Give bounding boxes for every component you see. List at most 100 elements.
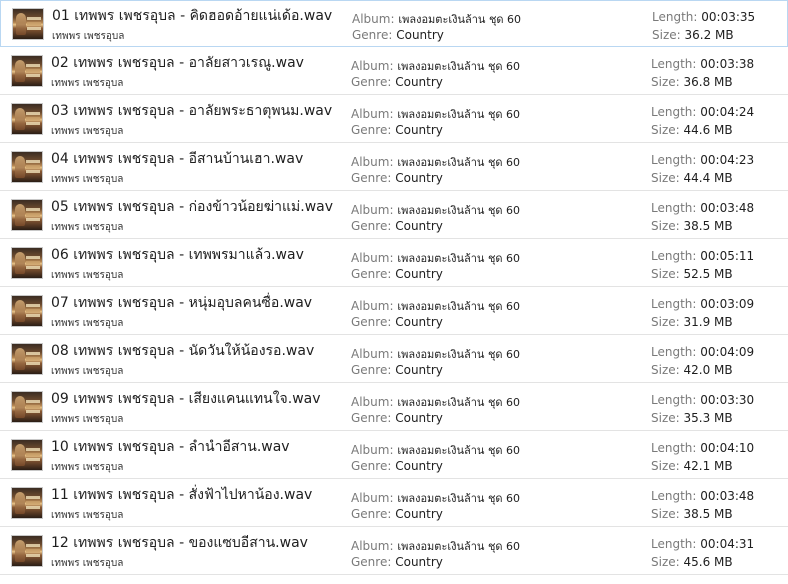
size-value: 35.3 MB — [683, 411, 733, 425]
album-value: เพลงอมตะเงินล้าน ชุด 60 — [397, 60, 521, 73]
genre-field: Genre: Country — [351, 315, 443, 329]
file-row-10[interactable]: 10 เทพพร เพชรอุบล - ลำนำอีสาน.wav เทพพร … — [0, 432, 788, 479]
size-value: 38.5 MB — [683, 507, 733, 521]
file-name: 06 เทพพร เพชรอุบล - เทพพรมาแล้ว.wav — [51, 247, 304, 263]
genre-field: Genre: Country — [351, 507, 443, 521]
genre-field: Genre: Country — [351, 555, 443, 569]
length-field: Length: 00:03:48 — [651, 489, 754, 503]
file-name: 03 เทพพร เพชรอุบล - อาลัยพระธาตุพนม.wav — [51, 103, 333, 119]
genre-value: Country — [395, 219, 443, 233]
file-row-05[interactable]: 05 เทพพร เพชรอุบล - ก่องข้าวน้อยฆ่าแม่.w… — [0, 192, 788, 239]
artist-name: เทพพร เพชรอุบล — [51, 462, 124, 473]
size-value: 44.6 MB — [683, 123, 733, 137]
file-row-01[interactable]: 01 เทพพร เพชรอุบล - คิดฮอดอ้ายแน่เด้อ.wa… — [0, 0, 788, 47]
album-art-thumbnail — [11, 247, 43, 279]
artist-name: เทพพร เพชรอุบล — [51, 126, 124, 137]
genre-field: Genre: Country — [352, 28, 444, 42]
album-art-thumbnail — [11, 295, 43, 327]
length-field: Length: 00:04:31 — [651, 537, 754, 551]
size-label: Size: — [651, 411, 680, 425]
file-name: 09 เทพพร เพชรอุบล - เสียงแคนแทนใจ.wav — [51, 391, 321, 407]
size-field: Size: 45.6 MB — [651, 555, 733, 569]
size-label: Size: — [651, 267, 680, 281]
size-label: Size: — [651, 75, 680, 89]
size-field: Size: 36.8 MB — [651, 75, 733, 89]
file-row-02[interactable]: 02 เทพพร เพชรอุบล - อาลัยสาวเรณู.wav เทพ… — [0, 48, 788, 95]
length-field: Length: 00:05:11 — [651, 249, 754, 263]
size-field: Size: 35.3 MB — [651, 411, 733, 425]
length-label: Length: — [651, 345, 697, 359]
file-row-04[interactable]: 04 เทพพร เพชรอุบล - อีสานบ้านเฮา.wav เทพ… — [0, 144, 788, 191]
size-label: Size: — [651, 459, 680, 473]
length-value: 00:05:11 — [700, 249, 755, 263]
artist-name: เทพพร เพชรอุบล — [51, 510, 124, 521]
album-art-thumbnail — [12, 8, 44, 40]
length-value: 00:03:48 — [700, 489, 755, 503]
size-value: 31.9 MB — [683, 315, 733, 329]
album-field: Album: เพลงอมตะเงินล้าน ชุด 60 — [351, 537, 520, 555]
genre-label: Genre: — [351, 507, 392, 521]
album-field: Album: เพลงอมตะเงินล้าน ชุด 60 — [351, 249, 520, 267]
genre-value: Country — [395, 171, 443, 185]
genre-label: Genre: — [351, 219, 392, 233]
length-field: Length: 00:04:23 — [651, 153, 754, 167]
file-row-09[interactable]: 09 เทพพร เพชรอุบล - เสียงแคนแทนใจ.wav เท… — [0, 384, 788, 431]
album-value: เพลงอมตะเงินล้าน ชุด 60 — [397, 156, 521, 169]
album-field: Album: เพลงอมตะเงินล้าน ชุด 60 — [351, 393, 520, 411]
size-label: Size: — [651, 315, 680, 329]
artist-name: เทพพร เพชรอุบล — [51, 366, 124, 377]
length-field: Length: 00:04:10 — [651, 441, 754, 455]
album-label: Album: — [351, 539, 394, 553]
genre-label: Genre: — [351, 459, 392, 473]
album-art-thumbnail — [11, 199, 43, 231]
artist-name: เทพพร เพชรอุบล — [51, 222, 124, 233]
album-value: เพลงอมตะเงินล้าน ชุด 60 — [397, 540, 521, 553]
album-art-thumbnail — [11, 55, 43, 87]
album-label: Album: — [351, 59, 394, 73]
file-row-11[interactable]: 11 เทพพร เพชรอุบล - สั่งฟ้าไปหาน้อง.wav … — [0, 480, 788, 527]
file-name: 04 เทพพร เพชรอุบล - อีสานบ้านเฮา.wav — [51, 151, 304, 167]
album-label: Album: — [351, 107, 394, 121]
genre-value: Country — [395, 315, 443, 329]
genre-field: Genre: Country — [351, 219, 443, 233]
album-art-thumbnail — [11, 535, 43, 567]
length-value: 00:04:10 — [700, 441, 755, 455]
artist-name: เทพพร เพชรอุบล — [51, 270, 124, 281]
genre-value: Country — [395, 75, 443, 89]
genre-value: Country — [395, 507, 443, 521]
length-label: Length: — [651, 441, 697, 455]
album-art-thumbnail — [11, 103, 43, 135]
file-row-03[interactable]: 03 เทพพร เพชรอุบล - อาลัยพระธาตุพนม.wav … — [0, 96, 788, 143]
size-field: Size: 36.2 MB — [652, 28, 734, 42]
file-row-07[interactable]: 07 เทพพร เพชรอุบล - หนุ่มอุบลคนซื่อ.wav … — [0, 288, 788, 335]
album-label: Album: — [351, 251, 394, 265]
size-field: Size: 38.5 MB — [651, 219, 733, 233]
file-row-08[interactable]: 08 เทพพร เพชรอุบล - นัดวันให้น้องรอ.wav … — [0, 336, 788, 383]
size-label: Size: — [651, 219, 680, 233]
album-value: เพลงอมตะเงินล้าน ชุด 60 — [397, 108, 521, 121]
album-field: Album: เพลงอมตะเงินล้าน ชุด 60 — [351, 297, 520, 315]
album-art-thumbnail — [11, 487, 43, 519]
genre-value: Country — [395, 555, 443, 569]
genre-field: Genre: Country — [351, 267, 443, 281]
album-value: เพลงอมตะเงินล้าน ชุด 60 — [397, 444, 521, 457]
genre-value: Country — [395, 459, 443, 473]
length-label: Length: — [652, 10, 698, 24]
size-label: Size: — [651, 507, 680, 521]
genre-field: Genre: Country — [351, 123, 443, 137]
length-field: Length: 00:03:30 — [651, 393, 754, 407]
file-row-12[interactable]: 12 เทพพร เพชรอุบล - ของแซบอีสาน.wav เทพพ… — [0, 528, 788, 575]
genre-field: Genre: Country — [351, 459, 443, 473]
size-value: 42.1 MB — [683, 459, 733, 473]
file-row-06[interactable]: 06 เทพพร เพชรอุบล - เทพพรมาแล้ว.wav เทพพ… — [0, 240, 788, 287]
genre-value: Country — [395, 267, 443, 281]
size-field: Size: 42.1 MB — [651, 459, 733, 473]
album-art-thumbnail — [11, 391, 43, 423]
size-value: 36.8 MB — [683, 75, 733, 89]
artist-name: เทพพร เพชรอุบล — [52, 31, 125, 42]
album-value: เพลงอมตะเงินล้าน ชุด 60 — [397, 204, 521, 217]
album-field: Album: เพลงอมตะเงินล้าน ชุด 60 — [351, 201, 520, 219]
genre-label: Genre: — [351, 363, 392, 377]
length-value: 00:03:30 — [700, 393, 755, 407]
album-art-thumbnail — [11, 151, 43, 183]
